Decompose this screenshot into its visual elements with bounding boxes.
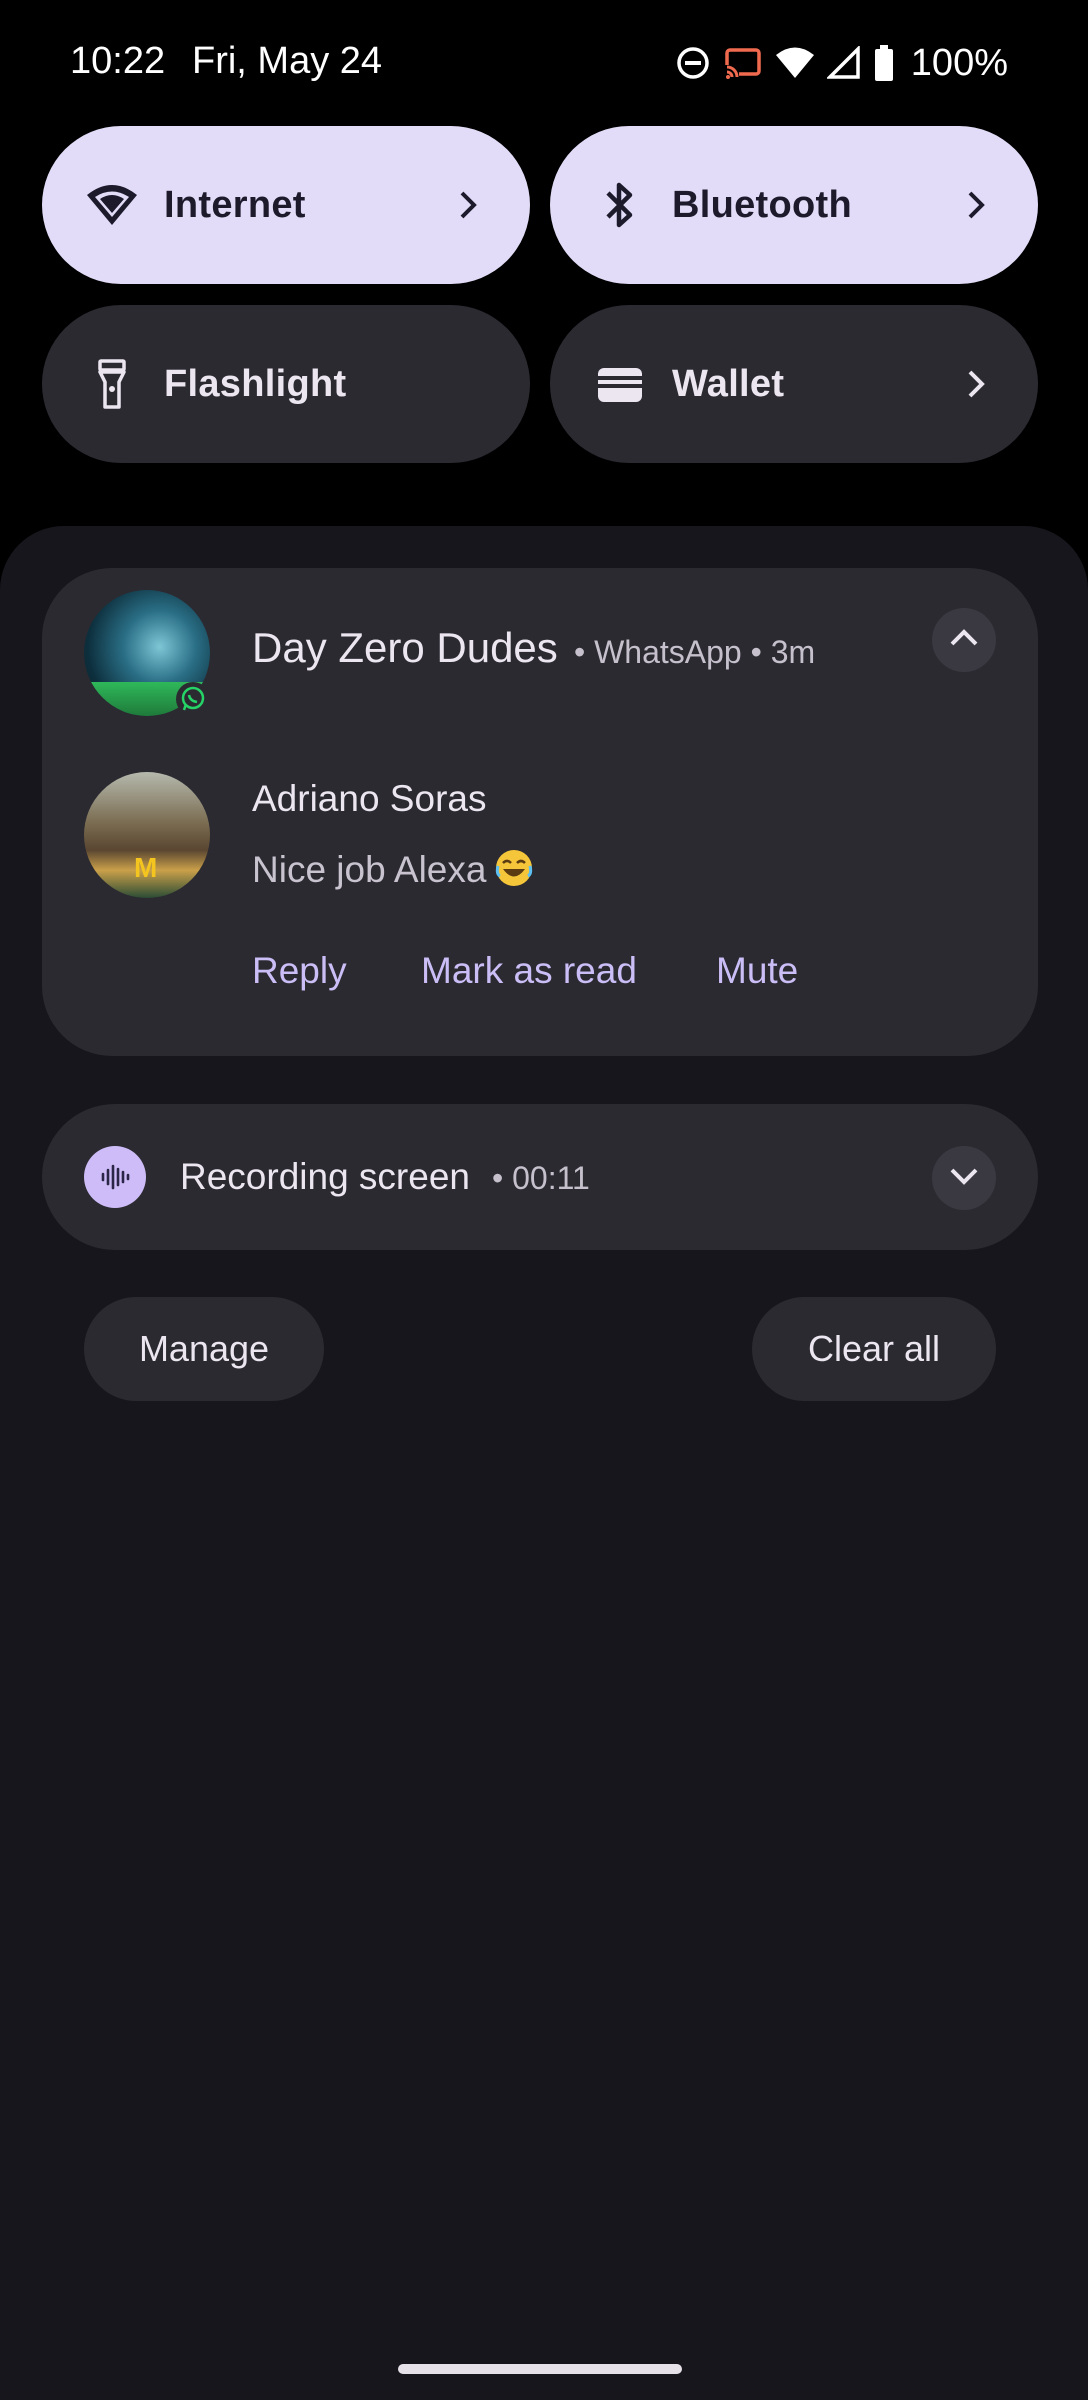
signal-icon xyxy=(826,46,861,80)
message-text: Nice job Alexa xyxy=(252,848,534,891)
cast-icon xyxy=(723,45,763,81)
tile-label: Bluetooth xyxy=(672,183,852,226)
tile-wallet[interactable]: Wallet xyxy=(550,305,1038,463)
tile-label: Wallet xyxy=(672,362,785,405)
sender-name: Adriano Soras xyxy=(252,778,487,819)
tile-internet[interactable]: Internet xyxy=(42,126,530,284)
chevron-right-icon xyxy=(956,364,996,404)
status-bar: 10:22 Fri, May 24 100% xyxy=(0,0,1088,124)
home-indicator[interactable] xyxy=(398,2364,682,2374)
whatsapp-icon xyxy=(176,682,210,716)
tile-label: Internet xyxy=(164,183,306,226)
notification-title: Day Zero Dudes xyxy=(252,624,558,671)
notification-app: WhatsApp xyxy=(594,634,742,670)
sender-avatar: M xyxy=(84,772,210,898)
wallet-icon xyxy=(588,352,652,416)
tile-label: Flashlight xyxy=(164,362,347,405)
recording-time-value: 00:11 xyxy=(512,1160,590,1196)
tile-bluetooth[interactable]: Bluetooth xyxy=(550,126,1038,284)
bluetooth-icon xyxy=(588,173,652,237)
chevron-right-icon xyxy=(956,185,996,225)
chevron-right-icon xyxy=(448,185,488,225)
flashlight-icon xyxy=(80,352,144,416)
notification-meta: • WhatsApp • 3m xyxy=(574,634,816,670)
mark-as-read-button[interactable]: Mark as read xyxy=(421,950,637,992)
battery-icon xyxy=(873,45,895,81)
notification-time: 3m xyxy=(770,634,816,670)
status-icons: 100% xyxy=(675,40,1008,86)
manage-button[interactable]: Manage xyxy=(84,1297,324,1401)
mute-button[interactable]: Mute xyxy=(716,950,798,992)
recording-title: Recording screen xyxy=(180,1156,470,1197)
dnd-icon xyxy=(675,45,711,81)
reply-button[interactable]: Reply xyxy=(252,950,347,992)
tile-flashlight[interactable]: Flashlight xyxy=(42,305,530,463)
laughing-emoji-icon xyxy=(494,848,534,888)
audio-waveform-icon xyxy=(84,1146,146,1208)
expand-recording-button[interactable] xyxy=(932,1146,996,1210)
battery-percent: 100% xyxy=(910,41,1008,84)
wifi-icon xyxy=(775,46,815,80)
wifi-icon xyxy=(80,173,144,237)
status-time: 10:22 xyxy=(70,40,166,82)
chevron-up-icon xyxy=(944,618,984,663)
message-body: Nice job Alexa xyxy=(252,849,487,890)
status-date: Fri, May 24 xyxy=(192,40,383,82)
chevron-down-icon xyxy=(944,1156,984,1201)
clear-all-button[interactable]: Clear all xyxy=(752,1297,996,1401)
recording-elapsed: • 00:11 xyxy=(492,1160,590,1196)
collapse-notification-button[interactable] xyxy=(932,608,996,672)
